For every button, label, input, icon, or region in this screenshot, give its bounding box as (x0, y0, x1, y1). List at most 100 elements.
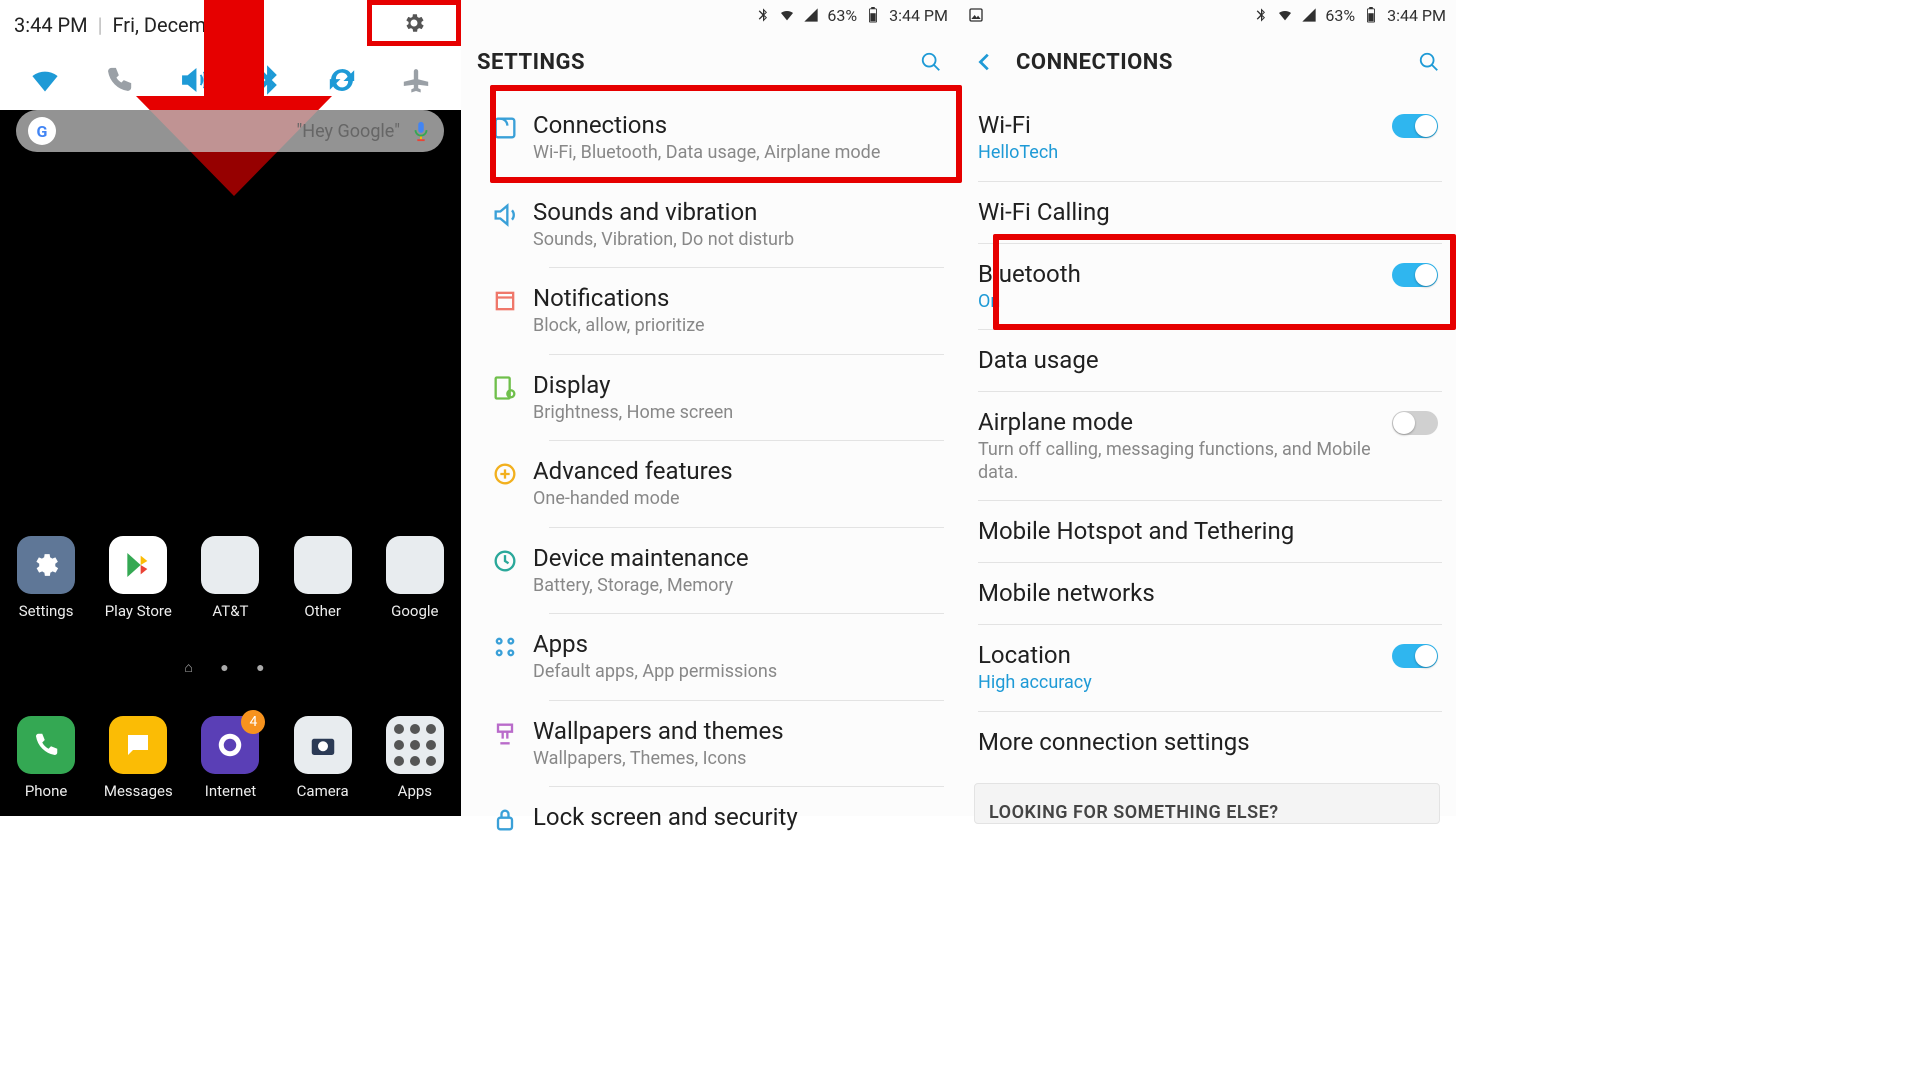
connections-item-hotspot[interactable]: Mobile Hotspot and Tethering (958, 500, 1456, 562)
item-subtitle: One-handed mode (533, 488, 940, 511)
connections-item-bt[interactable]: Bluetooth On (958, 243, 1456, 330)
item-title: Apps (533, 629, 940, 659)
qs-date: Fri, December (113, 13, 235, 37)
app-messages[interactable]: Messages (98, 716, 178, 800)
connections-item-wificall[interactable]: Wi-Fi Calling (958, 181, 1456, 243)
battery-icon (865, 7, 881, 23)
bluetooth-icon (253, 65, 283, 95)
app-label: Google (391, 602, 438, 620)
status-time: 3:44 PM (1387, 6, 1446, 25)
item-title: Notifications (533, 283, 940, 313)
footer-card[interactable]: LOOKING FOR SOMETHING ELSE? (974, 783, 1440, 824)
panel-connections: 63% 3:44 PM CONNECTIONS Wi-Fi HelloTech … (958, 0, 1456, 816)
toggle-wifi[interactable] (1392, 114, 1438, 138)
battery-pct: 63% (1325, 6, 1355, 25)
app-play store[interactable]: Play Store (98, 536, 178, 620)
app-apps[interactable]: Apps (375, 716, 455, 800)
qs-toggle-wifi[interactable] (27, 62, 63, 98)
settings-item-device[interactable]: Device maintenance Battery, Storage, Mem… (461, 527, 958, 614)
app-label: Settings (19, 602, 74, 620)
connections-item-more[interactable]: More connection settings (958, 711, 1456, 773)
item-title: Wallpapers and themes (533, 716, 940, 746)
settings-item-notifs[interactable]: Notifications Block, allow, prioritize (461, 267, 958, 354)
settings-item-wallpapers[interactable]: Wallpapers and themes Wallpapers, Themes… (461, 700, 958, 787)
google-g-icon: G (28, 117, 56, 145)
settings-item-advanced[interactable]: Advanced features One-handed mode (461, 440, 958, 527)
connections-item-location[interactable]: Location High accuracy (958, 624, 1456, 711)
display-icon (477, 370, 533, 402)
qs-toggle-airplane[interactable] (398, 62, 434, 98)
item-subtitle: Block, allow, prioritize (533, 315, 940, 338)
lock-icon (477, 802, 533, 834)
app-internet[interactable]: 4 Internet (190, 716, 270, 800)
connections-item-wifi[interactable]: Wi-Fi HelloTech (958, 94, 1456, 181)
search-icon[interactable] (1418, 51, 1440, 73)
item-title: Lock screen and security (533, 802, 940, 832)
qs-toggle-sync[interactable] (324, 62, 360, 98)
qs-toggle-sound[interactable] (175, 62, 211, 98)
settings-item-lockscreen[interactable]: Lock screen and security (461, 786, 958, 850)
item-title: Wi-Fi (978, 110, 1392, 140)
settings-item-display[interactable]: Display Brightness, Home screen (461, 354, 958, 441)
mic-icon[interactable] (410, 120, 432, 142)
signal-icon (803, 7, 819, 23)
back-icon[interactable] (974, 51, 996, 73)
item-title: More connection settings (978, 727, 1438, 757)
separator: | (98, 13, 103, 37)
item-subtitle: Wi-Fi, Bluetooth, Data usage, Airplane m… (533, 142, 940, 165)
connections-item-mobile[interactable]: Mobile networks (958, 562, 1456, 624)
settings-item-connections[interactable]: Connections Wi-Fi, Bluetooth, Data usage… (461, 94, 958, 181)
item-title: Bluetooth (978, 259, 1392, 289)
item-title: Airplane mode (978, 407, 1392, 437)
search-icon[interactable] (920, 51, 942, 73)
app-phone[interactable]: Phone (6, 716, 86, 800)
wificall-icon (104, 65, 134, 95)
item-subtitle: Wallpapers, Themes, Icons (533, 748, 940, 771)
app-other[interactable]: Other (283, 536, 363, 620)
settings-gear-button[interactable] (367, 0, 461, 46)
advanced-icon (477, 456, 533, 488)
connections-item-data[interactable]: Data usage (958, 329, 1456, 391)
item-subtitle: Brightness, Home screen (533, 402, 940, 425)
toggle-location[interactable] (1392, 644, 1438, 668)
item-subtitle: Sounds, Vibration, Do not disturb (533, 229, 940, 252)
drag-handle-icon[interactable] (218, 102, 244, 108)
apps-icon (477, 629, 533, 661)
app-settings[interactable]: Settings (6, 536, 86, 620)
page-indicator: ⌂ ● ● (0, 659, 461, 676)
bluetooth-icon (1253, 7, 1269, 23)
toggle-airplane[interactable] (1392, 411, 1438, 435)
connections-icon (477, 110, 533, 142)
toggle-bt[interactable] (1392, 263, 1438, 287)
settings-item-apps[interactable]: Apps Default apps, App permissions (461, 613, 958, 700)
qs-header: 3:44 PM | Fri, December (0, 0, 461, 50)
sound-icon (477, 197, 533, 229)
qs-toggle-bluetooth[interactable] (250, 62, 286, 98)
search-hint: "Hey Google" (297, 121, 400, 142)
item-title: Wi-Fi Calling (978, 197, 1438, 227)
item-subtitle: HelloTech (978, 142, 1392, 165)
item-subtitle: On (978, 291, 1392, 314)
connections-item-airplane[interactable]: Airplane mode Turn off calling, messagin… (958, 391, 1456, 500)
app-label: Camera (297, 782, 349, 800)
home-apps-row1: Settings Play Store AT&T Other Google (0, 536, 461, 620)
settings-item-sounds[interactable]: Sounds and vibration Sounds, Vibration, … (461, 181, 958, 268)
app-at&t[interactable]: AT&T (190, 536, 270, 620)
airplane-icon (401, 65, 431, 95)
qs-toggle-wificall[interactable] (101, 62, 137, 98)
sound-icon (178, 65, 208, 95)
app-google[interactable]: Google (375, 536, 455, 620)
battery-pct: 63% (827, 6, 857, 25)
settings-title: SETTINGS (477, 50, 920, 75)
item-subtitle: Default apps, App permissions (533, 661, 940, 684)
wallpapers-icon (477, 716, 533, 748)
item-title: Location (978, 640, 1392, 670)
item-title: Device maintenance (533, 543, 940, 573)
app-label: Messages (104, 782, 173, 800)
app-label: Other (304, 602, 341, 620)
google-search-bar[interactable]: G "Hey Google" (16, 110, 444, 152)
app-camera[interactable]: Camera (283, 716, 363, 800)
bluetooth-icon (755, 7, 771, 23)
connections-header: CONNECTIONS (958, 30, 1456, 94)
sync-icon (327, 65, 357, 95)
